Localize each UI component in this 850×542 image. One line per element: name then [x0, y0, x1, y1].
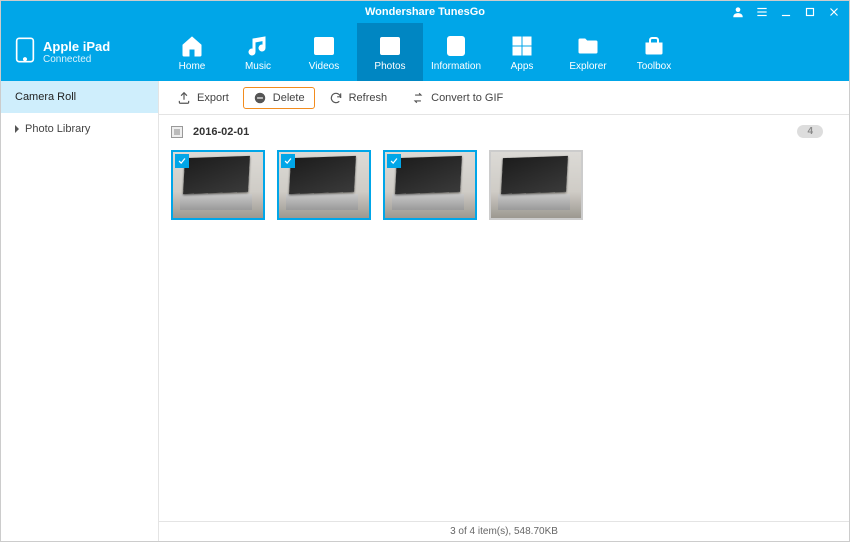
nav-label: Photos	[374, 61, 405, 72]
refresh-icon	[329, 91, 343, 105]
nav-label: Information	[431, 61, 481, 72]
status-text: 3 of 4 item(s), 548.70KB	[450, 526, 558, 537]
export-button[interactable]: Export	[167, 87, 239, 109]
group-date: 2016-02-01	[193, 126, 249, 138]
home-icon	[179, 33, 205, 59]
minimize-button[interactable]	[775, 2, 797, 22]
device-name: Apple iPad	[43, 39, 110, 54]
maximize-button[interactable]	[799, 2, 821, 22]
nav-label: Explorer	[569, 61, 606, 72]
delete-label: Delete	[273, 92, 305, 104]
close-button[interactable]	[823, 2, 845, 22]
photo-thumb[interactable]	[171, 150, 265, 220]
nav-home[interactable]: Home	[159, 23, 225, 81]
nav-information[interactable]: Information	[423, 23, 489, 81]
sidebar-item-label: Camera Roll	[15, 91, 76, 103]
toolbar: Export Delete Refresh Convert to GIF	[159, 81, 849, 115]
header: Apple iPad Connected Home Music Videos P…	[1, 23, 849, 81]
refresh-button[interactable]: Refresh	[319, 87, 398, 109]
delete-icon	[253, 91, 267, 105]
refresh-label: Refresh	[349, 92, 388, 104]
caret-right-icon	[15, 125, 19, 133]
convert-icon	[411, 91, 425, 105]
video-icon	[311, 33, 337, 59]
app-title: Wondershare TunesGo	[365, 6, 485, 18]
thumbnail-grid	[159, 144, 849, 521]
nav: Home Music Videos Photos Information App…	[159, 23, 687, 81]
nav-photos[interactable]: Photos	[357, 23, 423, 81]
nav-apps[interactable]: Apps	[489, 23, 555, 81]
sidebar-item-camera-roll[interactable]: Camera Roll	[1, 81, 158, 113]
group-count-badge: 4	[797, 125, 823, 138]
delete-button[interactable]: Delete	[243, 87, 315, 109]
photo-thumb[interactable]	[277, 150, 371, 220]
music-icon	[245, 33, 271, 59]
group-checkbox[interactable]	[171, 126, 183, 138]
content: Export Delete Refresh Convert to GIF 201…	[159, 81, 849, 541]
sidebar-item-photo-library[interactable]: Photo Library	[1, 113, 158, 145]
information-icon	[443, 33, 469, 59]
toolbox-icon	[641, 33, 667, 59]
convert-gif-button[interactable]: Convert to GIF	[401, 87, 513, 109]
checkmark-icon	[281, 154, 295, 168]
nav-label: Videos	[309, 61, 339, 72]
window-controls	[727, 1, 845, 23]
nav-label: Music	[245, 61, 271, 72]
apps-icon	[509, 33, 535, 59]
nav-label: Apps	[511, 61, 534, 72]
thumb-image	[491, 152, 581, 218]
checkmark-icon	[175, 154, 189, 168]
sidebar-item-label: Photo Library	[25, 123, 90, 135]
nav-music[interactable]: Music	[225, 23, 291, 81]
account-icon[interactable]	[727, 2, 749, 22]
titlebar: Wondershare TunesGo	[1, 1, 849, 23]
photo-thumb[interactable]	[489, 150, 583, 220]
export-label: Export	[197, 92, 229, 104]
menu-icon[interactable]	[751, 2, 773, 22]
nav-explorer[interactable]: Explorer	[555, 23, 621, 81]
body: Camera Roll Photo Library Export Delete …	[1, 81, 849, 541]
device-status: Connected	[43, 54, 110, 65]
tablet-icon	[15, 36, 35, 69]
convert-gif-label: Convert to GIF	[431, 92, 503, 104]
photo-thumb[interactable]	[383, 150, 477, 220]
nav-label: Toolbox	[637, 61, 671, 72]
status-bar: 3 of 4 item(s), 548.70KB	[159, 521, 849, 541]
photo-icon	[377, 33, 403, 59]
export-icon	[177, 91, 191, 105]
nav-label: Home	[179, 61, 206, 72]
checkmark-icon	[387, 154, 401, 168]
folder-icon	[575, 33, 601, 59]
date-group-row: 2016-02-01 4	[159, 115, 849, 144]
device-block[interactable]: Apple iPad Connected	[1, 23, 159, 81]
nav-toolbox[interactable]: Toolbox	[621, 23, 687, 81]
nav-videos[interactable]: Videos	[291, 23, 357, 81]
sidebar: Camera Roll Photo Library	[1, 81, 159, 541]
